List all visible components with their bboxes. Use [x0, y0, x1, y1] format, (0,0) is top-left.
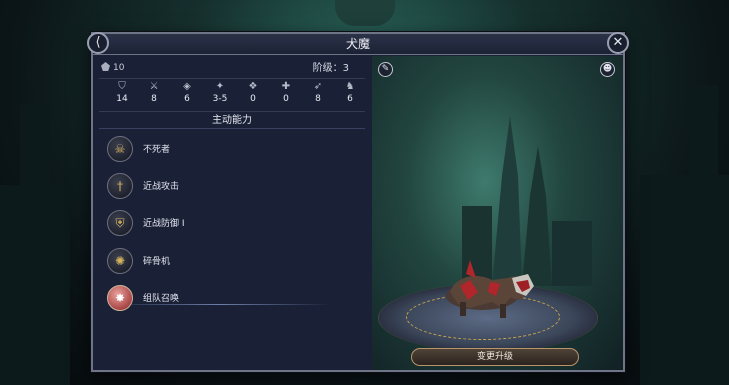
unit-preview: ✎ ☻ 变更升级: [372, 56, 623, 370]
hp-icon: [101, 62, 110, 71]
ability-bone-crusher[interactable]: ✺ 碎骨机: [107, 248, 357, 276]
background-spire: [690, 85, 718, 385]
ability-melee-defense[interactable]: ⛨ 近战防御 I: [107, 210, 357, 238]
speed-icon: ➶: [313, 81, 323, 92]
ornament-corner-icon: ⟨: [87, 32, 109, 54]
hp-display: 10: [101, 62, 124, 73]
stat-defense[interactable]: ◈ 6: [174, 81, 200, 106]
background-lich-statue: [335, 0, 395, 26]
ability-group-summon[interactable]: ✸ 组队召唤: [107, 285, 357, 313]
summon-icon: ✸: [107, 285, 133, 311]
shield-icon: ⛉: [118, 81, 126, 92]
stat-resistance[interactable]: ❖ 0: [240, 81, 266, 106]
hp-value: 10: [113, 63, 125, 73]
stat-armor[interactable]: ⛉ 14: [109, 81, 135, 106]
shield-crossed-icon: ⛨: [107, 210, 133, 236]
defense-icon: ◈: [183, 81, 191, 92]
stat-damage[interactable]: ✦ 3-5: [207, 81, 233, 106]
stat-attack[interactable]: ⚔ 8: [141, 81, 167, 106]
tier-label: 阶级：3: [312, 63, 349, 74]
window-titlebar: 犬魔: [93, 34, 623, 55]
stat-row: ⛉ 14 ⚔ 8 ◈ 6 ✦ 3-5 ❖ 0 ✚ 0 ➶ 8 ♞ 6: [99, 78, 365, 112]
resistance-icon: ❖: [248, 81, 258, 92]
initiative-icon: ♞: [345, 81, 355, 92]
morale-icon: ✚: [281, 81, 291, 92]
stat-initiative[interactable]: ♞ 6: [337, 81, 363, 106]
close-icon[interactable]: ✕: [607, 32, 629, 54]
damage-icon: ✦: [215, 81, 225, 92]
background-spire: [20, 105, 50, 385]
window-title: 犬魔: [345, 37, 370, 51]
ability-undead[interactable]: ☠ 不死者: [107, 136, 357, 164]
unit-details: 10 阶级：3 ⛉ 14 ⚔ 8 ◈ 6 ✦ 3-5 ❖ 0 ✚ 0 ➶ 8 ♞…: [97, 56, 367, 370]
ability-melee-attack[interactable]: † 近战攻击: [107, 173, 357, 201]
crossed-swords-icon: ⚔: [149, 81, 159, 92]
sword-icon: †: [107, 173, 133, 199]
unit-info-window: 犬魔 ⟨ ✕ 10 阶级：3 ⛉ 14 ⚔ 8 ◈ 6 ✦ 3-5 ❖ 0 ✚ …: [87, 32, 629, 372]
skull-icon: ☠: [107, 136, 133, 162]
abilities-heading: 主动能力: [99, 114, 365, 129]
hellhound-model: [446, 260, 534, 318]
stat-speed[interactable]: ➶ 8: [305, 81, 331, 106]
change-upgrade-button[interactable]: 变更升级: [411, 348, 579, 366]
bone-crusher-icon: ✺: [107, 248, 133, 274]
stat-morale[interactable]: ✚ 0: [273, 81, 299, 106]
